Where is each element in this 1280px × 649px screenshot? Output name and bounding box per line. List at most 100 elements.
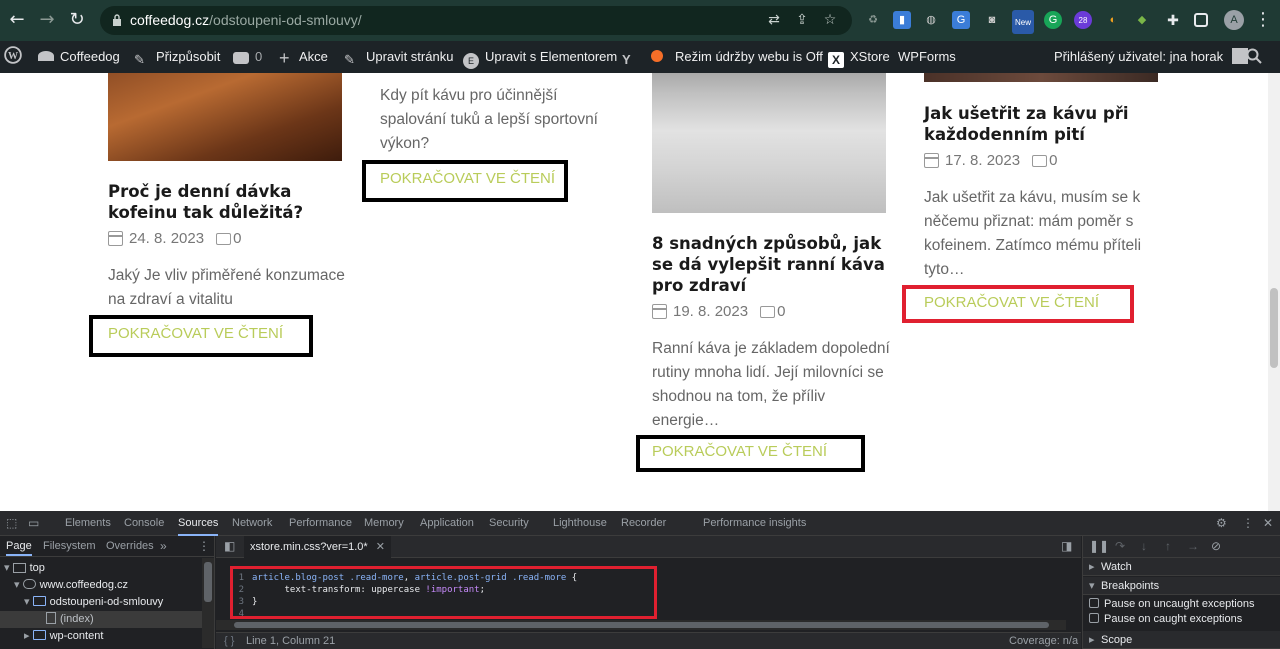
tab-application[interactable]: Application	[420, 511, 474, 536]
camera-extension-icon[interactable]: ◙	[983, 11, 1001, 29]
tab-network[interactable]: Network	[232, 511, 272, 536]
tab-security[interactable]: Security	[489, 511, 529, 536]
tree-item-domain[interactable]: ▾ www.coffeedog.cz	[0, 577, 215, 594]
inspect-element-icon[interactable]: ⬚	[6, 516, 17, 530]
tab-console[interactable]: Console	[124, 511, 164, 536]
format-braces-icon[interactable]: { }	[224, 633, 234, 649]
settings-gear-icon[interactable]: ⚙	[1216, 516, 1227, 530]
translate-icon[interactable]: ⇄	[766, 12, 782, 28]
step-icon[interactable]: →	[1187, 539, 1199, 553]
read-more-link[interactable]: POKRAČOVAT VE ČTENÍ	[636, 435, 865, 472]
leaf-extension-icon[interactable]: ◆	[1133, 11, 1151, 29]
pause-uncaught-row[interactable]: Pause on uncaught exceptions	[1089, 597, 1254, 612]
adminbar-wpforms[interactable]: WPForms	[898, 41, 956, 73]
share-icon[interactable]: ⇪	[794, 12, 810, 28]
recycle-extension-icon[interactable]: ♻	[864, 11, 882, 29]
back-icon[interactable]: ←	[6, 9, 28, 31]
toggle-navigator-icon[interactable]: ◧	[224, 539, 235, 553]
calendar-icon	[652, 304, 667, 319]
navigator-menu-icon[interactable]: ⋮	[198, 539, 210, 553]
maintenance-label: Režim údržby webu is Off	[675, 49, 823, 64]
devtools-menu-icon[interactable]: ⋮	[1242, 516, 1254, 530]
tab-performance[interactable]: Performance	[289, 511, 352, 536]
read-more-link[interactable]: POKRAČOVAT VE ČTENÍ	[902, 285, 1134, 323]
extension-count-badge: 28	[1078, 16, 1088, 25]
post-title[interactable]: Proč je denní dávka kofeinu tak důležitá…	[108, 181, 348, 223]
forward-icon[interactable]: →	[36, 9, 58, 31]
tree-item-wp-content[interactable]: ▸ wp-content	[0, 628, 215, 645]
read-more-link[interactable]: POKRAČOVAT VE ČTENÍ	[362, 160, 568, 202]
adminbar-xstore[interactable]: X XStore	[828, 41, 890, 73]
editor-tab[interactable]: xstore.min.css?ver=1.0* ✕	[244, 536, 391, 558]
counter-extension-icon[interactable]: 28	[1074, 11, 1092, 29]
nav-tab-filesystem[interactable]: Filesystem	[43, 540, 96, 552]
scrollbar-thumb[interactable]	[1270, 288, 1278, 368]
tree-item-index[interactable]: (index)	[0, 611, 215, 628]
translate-extension-icon[interactable]: G	[952, 11, 970, 29]
pause-caught-row[interactable]: Pause on caught exceptions	[1089, 612, 1242, 627]
post-thumbnail[interactable]	[108, 73, 342, 161]
breakpoints-pane[interactable]: Breakpoints	[1083, 577, 1280, 595]
sources-navigator: Page Filesystem Overrides » ⋮ ▾ top ▾ ww…	[0, 536, 215, 649]
toggle-debugger-icon[interactable]: ◨	[1061, 539, 1072, 553]
address-bar[interactable]: coffeedog.cz/odstoupeni-od-smlouvy/ ⇄ ⇪ …	[100, 6, 852, 35]
yoast-icon[interactable]: Y	[622, 41, 644, 73]
extensions-puzzle-icon[interactable]: ✚	[1164, 11, 1182, 29]
close-icon[interactable]: ✕	[1263, 516, 1273, 530]
checkbox[interactable]	[1089, 613, 1099, 623]
comment-icon	[216, 232, 232, 245]
step-over-icon[interactable]: ↷	[1115, 539, 1125, 553]
step-out-icon[interactable]: ↑	[1165, 539, 1171, 553]
search-icon[interactable]	[1246, 41, 1262, 73]
tree-item-folder[interactable]: ▾ odstoupeni-od-smlouvy	[0, 594, 215, 611]
page-scrollbar[interactable]	[1268, 73, 1280, 511]
navigator-scrollbar[interactable]	[202, 558, 214, 648]
wordpress-logo-icon[interactable]: W	[4, 41, 28, 73]
tree-item-top[interactable]: ▾ top	[0, 560, 215, 577]
pause-icon[interactable]: ❚❚	[1089, 539, 1109, 553]
globe-extension-icon[interactable]: ◍	[922, 11, 940, 29]
bookmark-star-icon[interactable]: ☆	[822, 12, 838, 28]
adminbar-edit-elementor[interactable]: E Upravit s Elementorem	[463, 41, 617, 73]
watch-pane[interactable]: Watch	[1083, 558, 1280, 576]
reload-icon[interactable]: ↻	[66, 9, 88, 31]
profile-avatar[interactable]: A	[1224, 10, 1244, 30]
adminbar-comments[interactable]: 0	[233, 41, 262, 73]
editor-scroll-thumb[interactable]	[234, 622, 1049, 628]
post-title[interactable]: Jak ušetřit za kávu při každodenním pití	[924, 103, 1164, 145]
nav-tab-overrides[interactable]: Overrides	[106, 540, 154, 552]
new-extension-icon[interactable]: New	[1012, 10, 1034, 34]
adminbar-site[interactable]: Coffeedog	[38, 41, 120, 73]
step-into-icon[interactable]: ↓	[1141, 539, 1147, 553]
tab-lighthouse[interactable]: Lighthouse	[553, 511, 607, 536]
lock-icon	[113, 14, 121, 26]
tab-performance-insights[interactable]: Performance insights	[703, 511, 806, 536]
post-title[interactable]: 8 snadných způsobů, jak se dá vylepšit r…	[652, 233, 897, 296]
tab-sources[interactable]: Sources	[178, 511, 219, 536]
docs-extension-icon[interactable]: ▮	[893, 11, 911, 29]
adminbar-new[interactable]: + Akce	[279, 41, 328, 73]
adminbar-maintenance[interactable]: Režim údržby webu is Off	[651, 41, 823, 73]
nav-tab-page[interactable]: Page	[6, 540, 32, 556]
tab-recorder[interactable]: Recorder	[621, 511, 666, 536]
adminbar-edit-page[interactable]: ✎ Upravit stránku	[344, 41, 453, 73]
close-tab-icon[interactable]: ✕	[376, 541, 385, 553]
more-tabs-icon[interactable]: »	[160, 539, 167, 553]
post-thumbnail[interactable]	[924, 73, 1158, 82]
adminbar-account[interactable]: Přihlášený uživatel: jna horak	[1054, 41, 1248, 73]
tab-memory[interactable]: Memory	[364, 511, 404, 536]
yoast-logo-icon: Y	[622, 52, 631, 67]
chrome-menu-icon[interactable]: ⋮	[1252, 9, 1274, 31]
checkbox[interactable]	[1089, 598, 1099, 608]
device-toolbar-icon[interactable]: ▭	[28, 516, 39, 530]
tab-elements[interactable]: Elements	[65, 511, 111, 536]
deactivate-breakpoints-icon[interactable]: ⊘	[1211, 539, 1221, 553]
grammarly-extension-icon[interactable]: G	[1044, 11, 1062, 29]
adminbar-customize[interactable]: ✎ Přizpůsobit	[134, 41, 220, 73]
moon-extension-icon[interactable]: ◐	[1104, 11, 1122, 29]
post-thumbnail[interactable]	[652, 73, 886, 213]
editor-horizontal-scrollbar[interactable]	[216, 620, 1066, 630]
scope-pane[interactable]: Scope	[1083, 631, 1280, 649]
read-more-link[interactable]: POKRAČOVAT VE ČTENÍ	[89, 315, 313, 357]
sidepanel-icon[interactable]	[1194, 13, 1208, 27]
